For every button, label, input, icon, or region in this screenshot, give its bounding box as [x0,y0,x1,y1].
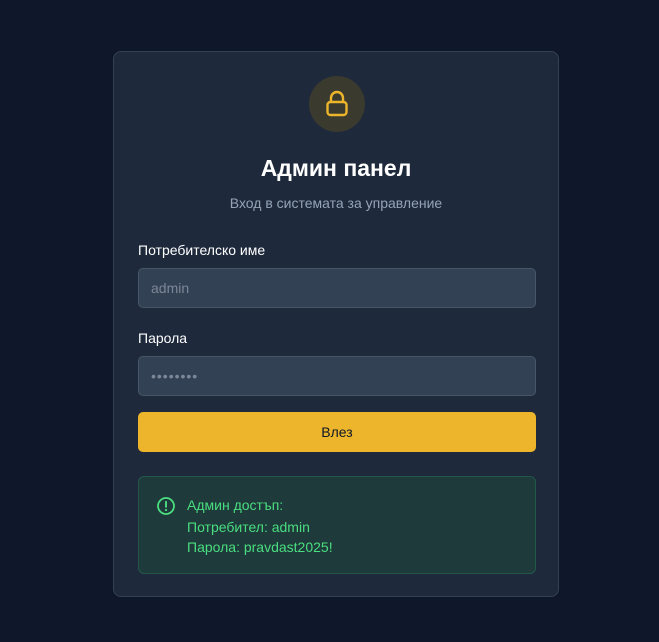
lock-badge [309,76,365,132]
page-subtitle: Вход в системата за управление [229,195,443,211]
lock-icon [326,90,348,117]
page-title: Админ панел [260,155,412,181]
username-input[interactable] [138,268,536,308]
info-title: Админ достъп: [187,497,284,513]
password-input[interactable] [138,356,536,396]
login-card: Админ панел Вход в системата за управлен… [113,51,559,597]
admin-access-info: Админ достъп: Потребител: admin Парола: … [138,476,536,574]
password-label: Парола [138,330,188,346]
info-circle-icon [157,497,175,515]
info-text: Админ достъп: Потребител: admin Парола: … [187,495,333,557]
info-password: Парола: pravdast2025! [187,539,333,555]
info-username: Потребител: admin [187,519,310,535]
login-button[interactable]: Влез [138,412,536,452]
username-label: Потребителско име [138,242,266,258]
